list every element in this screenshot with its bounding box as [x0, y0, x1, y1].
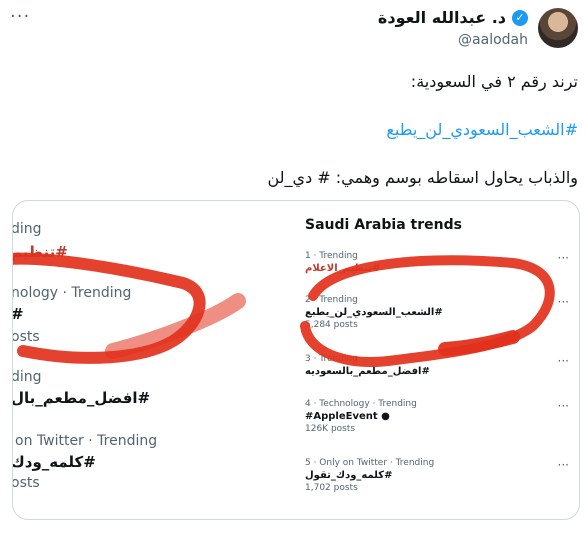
tweet-text-line-1: ترند رقم ٢ في السعودية:	[410, 72, 578, 91]
crop-trend-posts: osts	[13, 475, 40, 491]
more-options-icon[interactable]: ···	[558, 399, 569, 413]
author-row: د. عبدالله العودة ✓	[378, 8, 528, 27]
attached-image[interactable]: ding #تنظيم nology · Trending # osts din…	[12, 200, 580, 520]
more-options-icon[interactable]: ···	[558, 458, 569, 472]
trend-posts: 5,284 posts	[305, 320, 358, 330]
trend-name: #تنظيم_الاعلام	[305, 263, 381, 274]
more-options-icon[interactable]: ···	[558, 354, 569, 368]
verified-badge-icon: ✓	[512, 9, 528, 26]
trend-item[interactable]: 4 · Technology · Trending #AppleEvent ● …	[305, 399, 555, 434]
crop-trend-name: #افضل_مطعم_بال	[13, 389, 151, 407]
crop-trend-posts: osts	[13, 329, 40, 345]
trend-name: #كلمه_ودك_تقول	[305, 470, 393, 481]
trend-item[interactable]: 5 · Only on Twitter · Trending #كلمه_ودك…	[305, 458, 555, 493]
author-name[interactable]: د. عبدالله العودة	[378, 8, 506, 27]
trend-name-text: #AppleEvent	[305, 411, 378, 422]
trend-meta: 1 · Trending	[305, 251, 358, 261]
trend-name: #افضل_مطعم_بالسعوديه	[305, 366, 430, 377]
trend-item[interactable]: 1 · Trending #تنظيم_الاعلام	[305, 251, 555, 274]
apple-icon: ●	[381, 411, 390, 422]
tweet-hashtag-link[interactable]: #الشعب_السعودي_لن_يطبع	[386, 120, 578, 139]
trend-meta: 3 · Trending	[305, 354, 358, 364]
crop-trend-name: #تنظيم	[13, 243, 68, 261]
crop-trend-meta: ding	[13, 221, 42, 237]
more-options-icon[interactable]: ···	[558, 251, 569, 265]
crop-trend-name: #كلمه_ودك	[13, 453, 96, 471]
crop-trend-meta: ding	[13, 369, 42, 385]
trends-panel: Saudi Arabia trends 1 · Trending #تنظيم_…	[293, 201, 579, 519]
trends-title: Saudi Arabia trends	[305, 217, 462, 233]
author-handle[interactable]: @aalodah	[458, 32, 528, 48]
trend-posts: 1,702 posts	[305, 483, 358, 493]
trend-name: #الشعب_السعودي_لن_يطبع	[305, 307, 443, 318]
trend-meta: 2 · Trending	[305, 295, 358, 305]
trend-item[interactable]: 3 · Trending #افضل_مطعم_بالسعوديه	[305, 354, 555, 377]
tweet-header: د. عبدالله العودة ✓ @aalodah ···	[0, 0, 588, 60]
crop-trend-meta: on Twitter · Trending	[15, 433, 158, 449]
trend-meta: 5 · Only on Twitter · Trending	[305, 458, 435, 468]
image-left-crop: ding #تنظيم nology · Trending # osts din…	[13, 201, 283, 519]
trend-item[interactable]: 2 · Trending #الشعب_السعودي_لن_يطبع 5,28…	[305, 295, 555, 330]
more-options-icon[interactable]: ···	[10, 6, 30, 27]
avatar[interactable]	[538, 8, 578, 48]
crop-trend-name: #	[13, 305, 24, 323]
tweet-text-line-3: والذباب يحاول اسقاطه بوسم وهمي: # دي_لن	[267, 168, 578, 187]
crop-trend-meta: nology · Trending	[13, 285, 132, 301]
trend-posts: 126K posts	[305, 424, 356, 434]
more-options-icon[interactable]: ···	[558, 295, 569, 309]
trend-meta: 4 · Technology · Trending	[305, 399, 417, 409]
trend-name: #AppleEvent ●	[305, 411, 555, 422]
